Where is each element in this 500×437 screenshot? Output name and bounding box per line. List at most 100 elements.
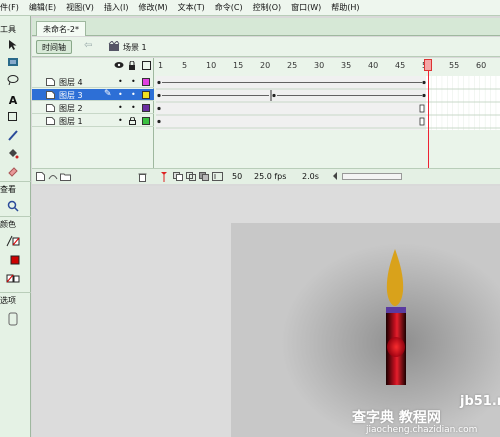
swap-colors-icon[interactable] bbox=[6, 272, 20, 286]
ruler-number: 40 bbox=[368, 61, 379, 70]
layer-row[interactable]: 图层 2 • • bbox=[32, 102, 154, 114]
visibility-dot[interactable]: • bbox=[118, 90, 123, 99]
visibility-dot[interactable]: • bbox=[118, 103, 123, 112]
layer-panel: 图层 4 • • 图层 3 ✎ • • 图层 2 • • 图层 1 • bbox=[32, 58, 154, 184]
toolbox: 工具 A 查看 颜色 选项 bbox=[0, 16, 31, 437]
brush-tool-icon[interactable] bbox=[6, 128, 20, 142]
menu-control[interactable]: 控制(O) bbox=[253, 2, 282, 13]
add-guide-layer-icon[interactable] bbox=[48, 172, 58, 183]
tools-label: 工具 bbox=[0, 25, 16, 34]
pencil-icon: ✎ bbox=[104, 89, 112, 99]
layer-icon bbox=[46, 91, 55, 99]
layer-color-swatch[interactable] bbox=[142, 78, 150, 86]
onion-outline-icon[interactable] bbox=[186, 172, 197, 183]
frame-grid[interactable] bbox=[156, 76, 500, 130]
layer-name: 图层 1 bbox=[59, 117, 83, 126]
stage-area bbox=[32, 186, 500, 437]
visibility-dot[interactable]: • bbox=[118, 77, 123, 86]
toolbox-divider bbox=[0, 292, 31, 293]
layer-color-swatch[interactable] bbox=[142, 104, 150, 112]
onion-skin-icon[interactable] bbox=[173, 172, 184, 183]
ruler-number: 55 bbox=[449, 61, 460, 70]
edit-bar: 时间轴 ⇦ 场景 1 bbox=[32, 37, 500, 57]
ruler-number: 45 bbox=[395, 61, 406, 70]
layer-name: 图层 3 bbox=[59, 91, 83, 100]
candle-body bbox=[386, 307, 406, 385]
rectangle-tool-icon[interactable] bbox=[6, 110, 20, 124]
layer-row[interactable]: 图层 1 • bbox=[32, 115, 154, 127]
toolbox-divider bbox=[0, 181, 31, 182]
menu-modify[interactable]: 修改(M) bbox=[138, 2, 167, 13]
layer-name: 图层 2 bbox=[59, 104, 83, 113]
watermark-site: jb51.net bbox=[460, 394, 500, 409]
visibility-dot[interactable]: • bbox=[118, 116, 123, 125]
menu-commands[interactable]: 命令(C) bbox=[215, 2, 243, 13]
back-arrow-icon[interactable]: ⇦ bbox=[84, 40, 92, 51]
zoom-icon[interactable] bbox=[6, 199, 20, 213]
menu-help[interactable]: 帮助(H) bbox=[331, 2, 359, 13]
edit-multiple-frames-icon[interactable] bbox=[199, 172, 210, 183]
watermark-brand: 查字典 教程网 bbox=[352, 410, 441, 426]
show-hide-icon[interactable] bbox=[114, 61, 124, 71]
colors-label: 颜色 bbox=[0, 220, 16, 229]
playhead-handle[interactable] bbox=[424, 59, 432, 71]
lasso-tool-icon[interactable] bbox=[6, 73, 20, 87]
center-frame-icon[interactable] bbox=[160, 172, 168, 184]
layer-icon bbox=[46, 117, 55, 125]
toolbox-divider bbox=[0, 216, 31, 217]
scroll-left-icon[interactable] bbox=[332, 172, 338, 182]
menu-view[interactable]: 视图(V) bbox=[66, 2, 94, 13]
layer-lock-icon[interactable] bbox=[129, 116, 136, 127]
layer-color-swatch[interactable] bbox=[142, 117, 150, 125]
elapsed-time: 2.0s bbox=[302, 172, 319, 181]
lock-dot[interactable]: • bbox=[131, 90, 136, 99]
timeline-toggle-button[interactable]: 时间轴 bbox=[36, 40, 72, 54]
ruler-number: 25 bbox=[287, 61, 298, 70]
subselect-tool-icon[interactable] bbox=[6, 55, 20, 69]
lock-icon[interactable] bbox=[128, 60, 136, 71]
stroke-color-icon[interactable] bbox=[6, 234, 20, 248]
layer-row[interactable]: 图层 4 • • bbox=[32, 76, 154, 88]
watermark-url: jiaocheng.chazidian.com bbox=[366, 425, 478, 435]
horizontal-scrollbar[interactable] bbox=[342, 173, 402, 180]
layer-name: 图层 4 bbox=[59, 78, 83, 87]
menu-file[interactable]: 件(F) bbox=[0, 2, 19, 13]
lock-dot[interactable]: • bbox=[131, 77, 136, 86]
document-tab[interactable]: 未命名-2* bbox=[36, 21, 86, 36]
menu-text[interactable]: 文本(T) bbox=[178, 2, 205, 13]
text-tool-icon[interactable]: A bbox=[6, 93, 20, 107]
frame-rate[interactable]: 25.0 fps bbox=[254, 172, 286, 181]
view-label: 查看 bbox=[0, 185, 16, 194]
ruler-number: 15 bbox=[233, 61, 244, 70]
arrow-tool-icon[interactable] bbox=[6, 38, 20, 52]
delete-layer-icon[interactable] bbox=[138, 172, 147, 184]
current-frame: 50 bbox=[232, 172, 243, 181]
layer-color-swatch[interactable] bbox=[142, 91, 150, 99]
menu-window[interactable]: 窗口(W) bbox=[291, 2, 321, 13]
lock-dot[interactable]: • bbox=[131, 103, 136, 112]
onion-markers-icon[interactable] bbox=[212, 172, 223, 183]
ruler-number: 1 bbox=[158, 61, 164, 70]
fill-color-icon[interactable] bbox=[6, 253, 20, 267]
add-layer-icon[interactable] bbox=[36, 172, 46, 183]
ruler-number: 35 bbox=[341, 61, 352, 70]
menu-insert[interactable]: 插入(I) bbox=[104, 2, 129, 13]
options-label: 选项 bbox=[0, 296, 16, 305]
menu-edit[interactable]: 编辑(E) bbox=[29, 2, 56, 13]
timeline-panel: 图层 4 • • 图层 3 ✎ • • 图层 2 • • 图层 1 • 1 5 … bbox=[32, 58, 500, 184]
eraser-tool-icon[interactable] bbox=[6, 164, 20, 178]
scene-icon bbox=[108, 40, 120, 54]
ruler-number: 10 bbox=[206, 61, 217, 70]
ruler-number: 30 bbox=[314, 61, 325, 70]
ruler-number: 60 bbox=[476, 61, 487, 70]
layer-row-selected[interactable]: 图层 3 ✎ • • bbox=[32, 89, 154, 101]
scene-label: 场景 1 bbox=[123, 43, 147, 52]
snap-option-icon[interactable] bbox=[6, 312, 20, 326]
document-tab-bar: 未命名-2* bbox=[32, 18, 500, 36]
layer-icon bbox=[46, 78, 55, 86]
outline-icon[interactable] bbox=[142, 61, 151, 71]
menu-bar: 件(F) 编辑(E) 视图(V) 插入(I) 修改(M) 文本(T) 命令(C)… bbox=[0, 0, 500, 16]
ruler-number: 5 bbox=[182, 61, 188, 70]
add-folder-icon[interactable] bbox=[60, 172, 71, 183]
paint-bucket-icon[interactable] bbox=[6, 146, 20, 160]
